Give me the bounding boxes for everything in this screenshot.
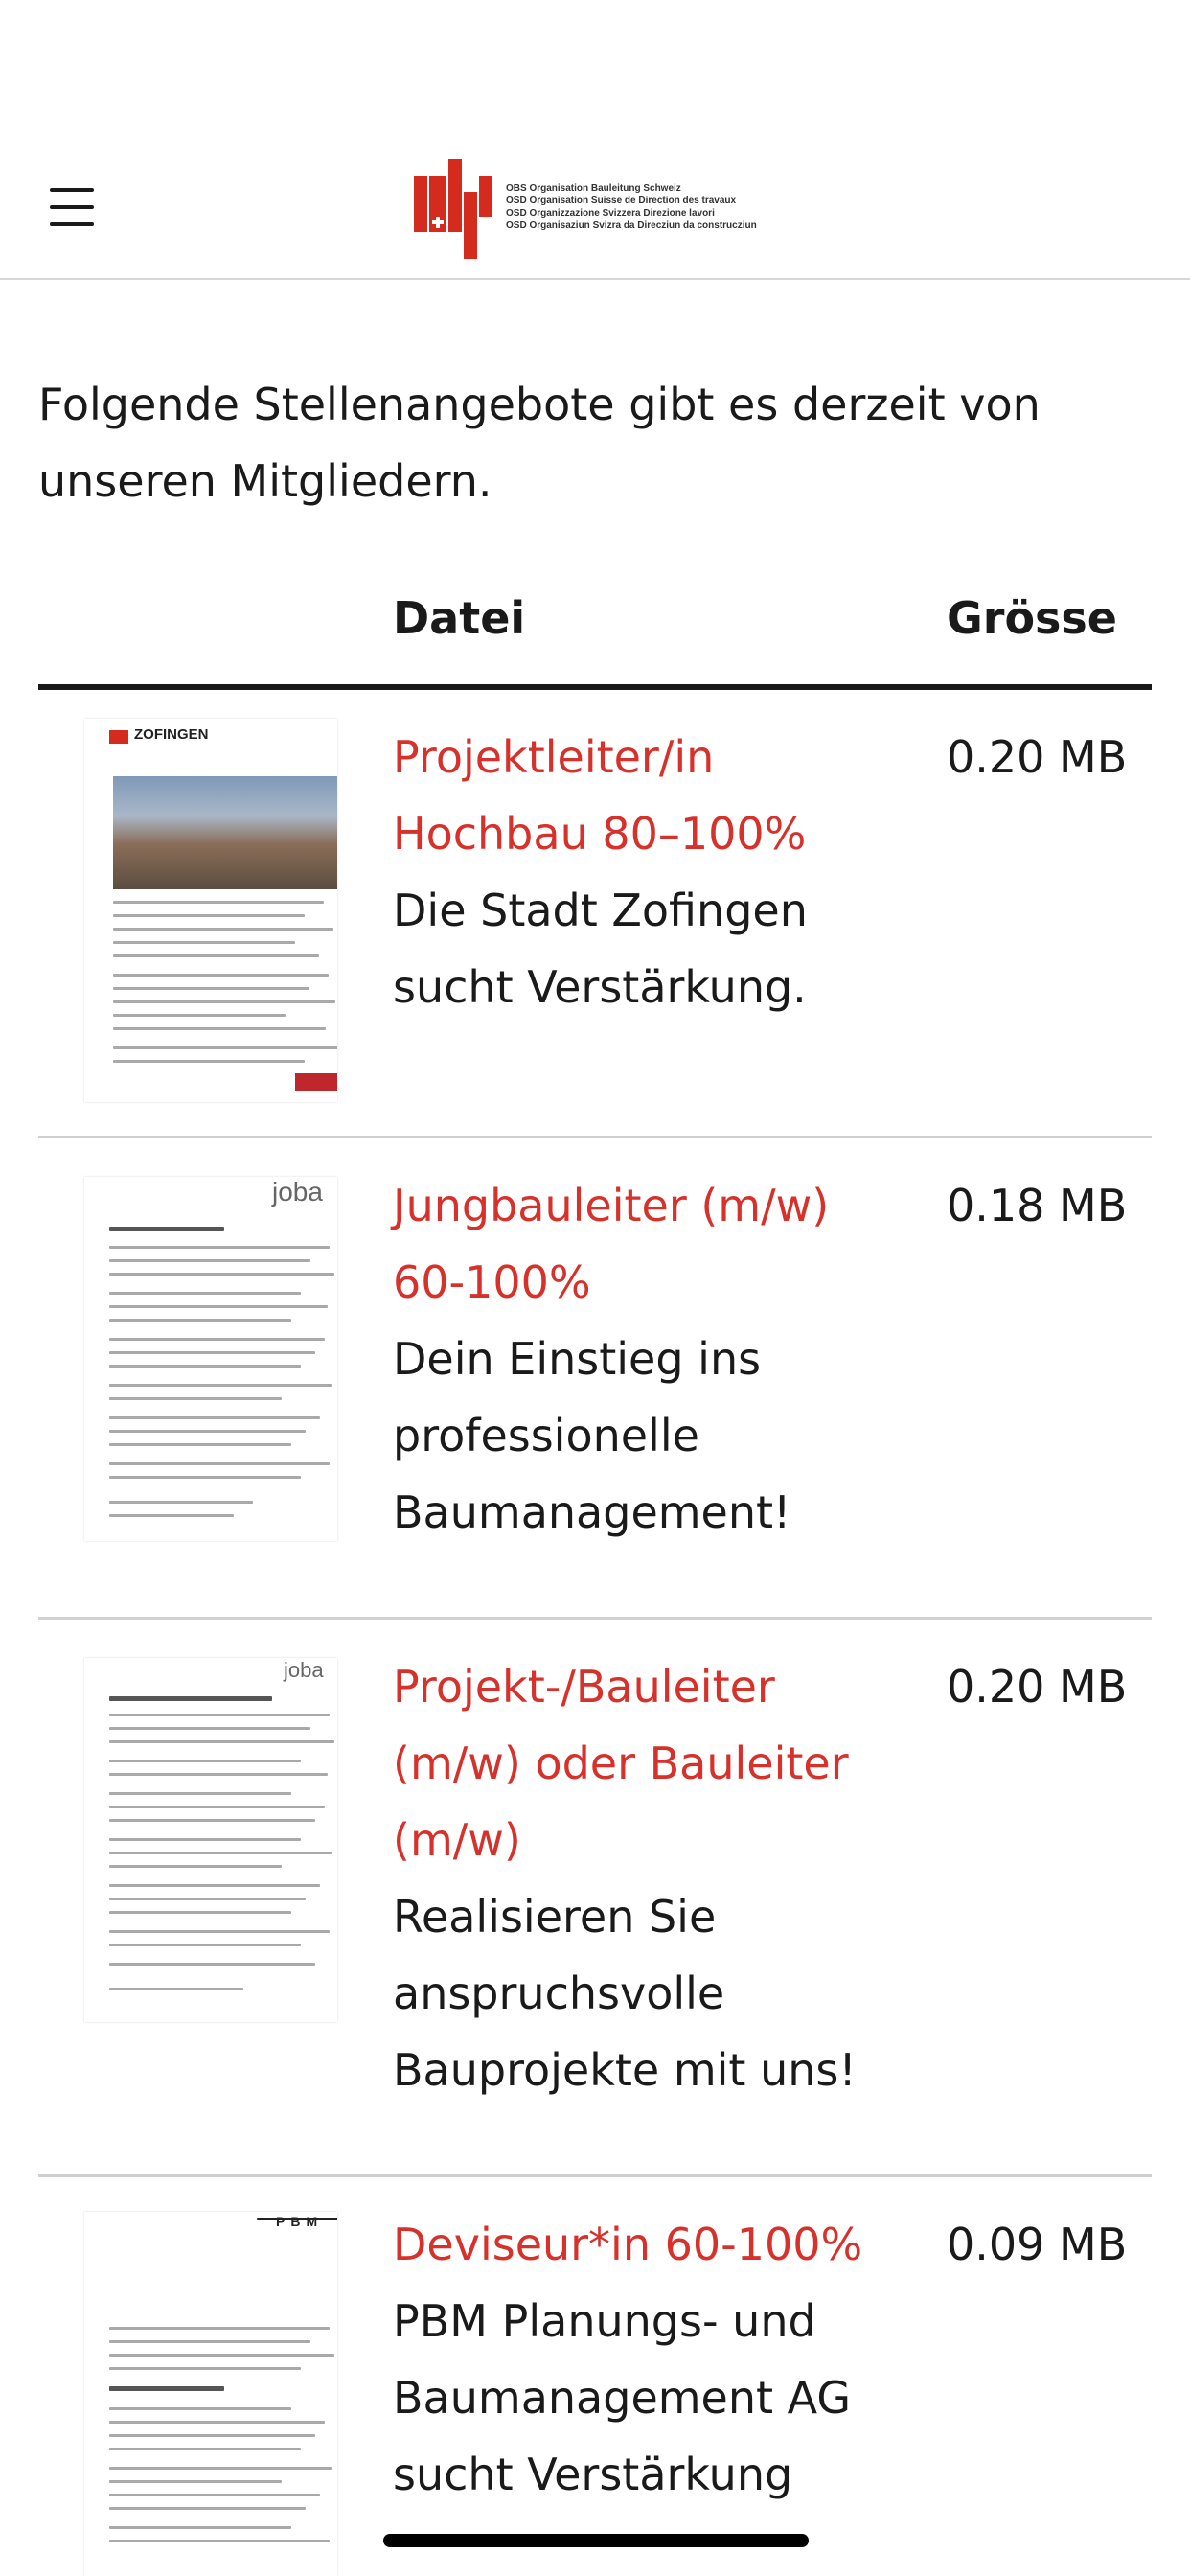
job-description: Realisieren Sie anspruchsvolle Bauprojek… <box>393 1891 857 2096</box>
logo-line: OBS Organisation Bauleitung Schweiz <box>506 183 681 194</box>
file-cell: Jungbauleiter (m/w) 60-100% Dein Einstie… <box>393 1167 891 1551</box>
document-thumbnail[interactable]: joba <box>84 1177 337 1541</box>
job-description: Die Stadt Zofingen sucht Verstärkung. <box>393 885 808 1013</box>
job-description: PBM Planungs- und Baumanagement AG sucht… <box>393 2295 851 2500</box>
home-indicator[interactable] <box>383 2534 809 2547</box>
file-cell: Projektleiter/in Hochbau 80–100% Die Sta… <box>393 719 891 1025</box>
file-cell: Deviseur*in 60-100% PBM Planungs- und Ba… <box>393 2206 891 2513</box>
thumbnail-brand: joba <box>272 1177 323 1207</box>
page: OBS Organisation Bauleitung Schweiz OSD … <box>0 0 1190 2576</box>
column-header-file: Datei <box>393 592 526 644</box>
job-description: Dein Einstieg ins professionelle Baumana… <box>393 1333 791 1538</box>
flag-icon <box>109 730 128 744</box>
document-thumbnail[interactable]: PBM <box>84 2212 337 2576</box>
logo-line: OSD Organisaziun Svizra da Direcziun da … <box>506 220 757 231</box>
intro-text: Folgende Stellenangebote gibt es derzeit… <box>38 379 1041 507</box>
logo-text: OBS Organisation Bauleitung Schweiz OSD … <box>506 182 793 232</box>
file-size: 0.20 MB <box>947 731 1128 783</box>
hamburger-icon[interactable] <box>50 188 94 226</box>
table-row: joba Jungbauleiter (m/w) 60-100% Dein Ei… <box>38 1138 1152 1620</box>
job-link[interactable]: Jungbauleiter (m/w) 60-100% <box>393 1167 891 1321</box>
file-size: 0.20 MB <box>947 1661 1128 1713</box>
table-row: PBM Deviseur*in 60-100% PBM Planungs- un… <box>38 2177 1152 2576</box>
file-cell: Projekt-/Bauleiter (m/w) oder Bauleiter … <box>393 1648 891 2108</box>
job-link[interactable]: Deviseur*in 60-100% <box>393 2206 891 2283</box>
logo-line: OSD Organisation Suisse de Direction des… <box>506 196 737 206</box>
document-thumbnail[interactable]: ZOFINGEN <box>84 719 337 1102</box>
thumbnail-brand: ZOFINGEN <box>134 726 209 743</box>
table-header: Datei Grösse <box>38 586 1152 690</box>
file-size: 0.18 MB <box>947 1180 1128 1231</box>
document-thumbnail[interactable]: joba <box>84 1658 337 2022</box>
logo-line: OSD Organizzazione Svizzera Direzione la… <box>506 208 715 218</box>
table-row: joba Projekt-/Bauleiter (m/w) oder Baule… <box>38 1620 1152 2177</box>
osd-logo[interactable]: OBS Organisation Bauleitung Schweiz OSD … <box>414 159 778 259</box>
thumbnail-button <box>295 1073 337 1091</box>
thumbnail-brand: PBM <box>276 2214 324 2229</box>
thumbnail-photo <box>113 776 337 889</box>
swiss-cross-logo-icon <box>414 159 492 259</box>
site-header: OBS Organisation Bauleitung Schweiz OSD … <box>0 0 1190 280</box>
job-link[interactable]: Projektleiter/in Hochbau 80–100% <box>393 719 891 872</box>
thumbnail-brand: joba <box>284 1658 324 1682</box>
file-size: 0.09 MB <box>947 2219 1128 2270</box>
column-header-size: Grösse <box>947 592 1118 644</box>
table-row: ZOFINGEN Projektleiter/in Hochbau 80–100… <box>38 690 1152 1138</box>
job-link[interactable]: Projekt-/Bauleiter (m/w) oder Bauleiter … <box>393 1648 891 1878</box>
